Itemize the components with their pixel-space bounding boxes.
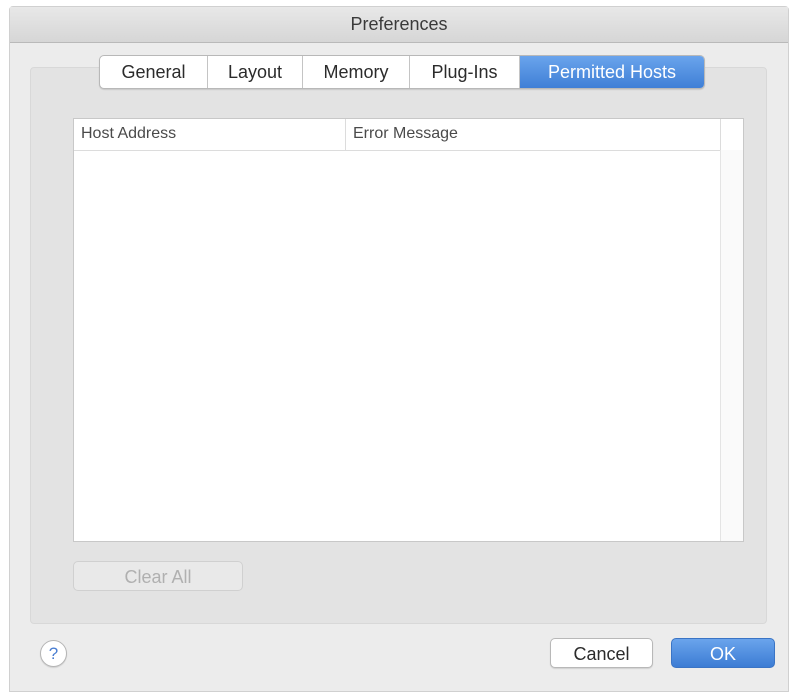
column-header-error-message[interactable]: Error Message bbox=[346, 119, 721, 150]
ok-button[interactable]: OK bbox=[671, 638, 775, 668]
tab-permitted-hosts[interactable]: Permitted Hosts bbox=[520, 56, 704, 88]
tab-memory[interactable]: Memory bbox=[303, 56, 410, 88]
help-icon[interactable]: ? bbox=[40, 640, 67, 667]
table-scrollbar[interactable] bbox=[720, 150, 743, 541]
table-header: Host Address Error Message bbox=[74, 119, 743, 151]
tab-general[interactable]: General bbox=[100, 56, 208, 88]
clear-all-button[interactable]: Clear All bbox=[73, 561, 243, 591]
cancel-button[interactable]: Cancel bbox=[550, 638, 653, 668]
tab-bar: General Layout Memory Plug-Ins Permitted… bbox=[99, 55, 705, 89]
window-title: Preferences bbox=[10, 7, 788, 43]
column-header-host-address[interactable]: Host Address bbox=[74, 119, 346, 150]
tab-layout[interactable]: Layout bbox=[208, 56, 303, 88]
permitted-hosts-table[interactable]: Host Address Error Message bbox=[73, 118, 744, 542]
tab-plug-ins[interactable]: Plug-Ins bbox=[410, 56, 520, 88]
